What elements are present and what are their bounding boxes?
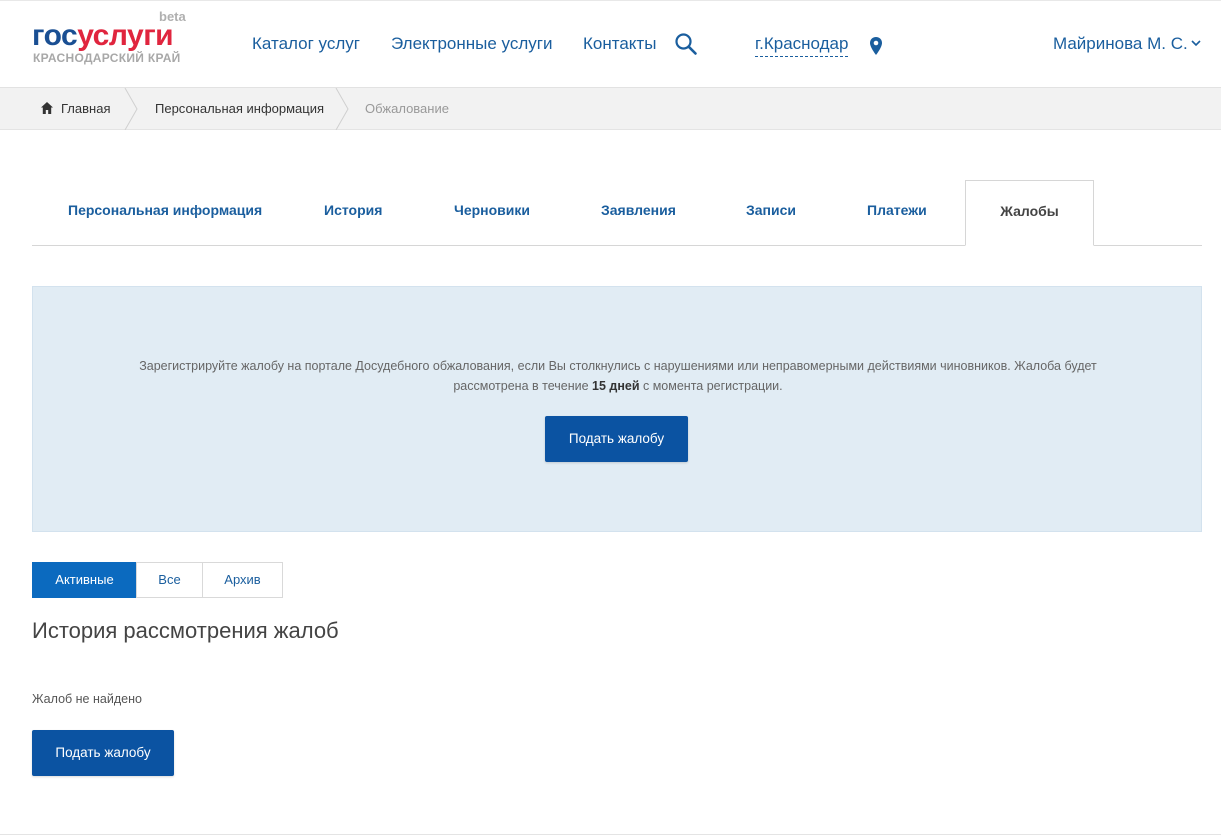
logo-uslugi: услуги [77, 19, 174, 52]
filter-archive[interactable]: Архив [202, 562, 283, 598]
complaint-info-panel: Зарегистрируйте жалобу на портале Досуде… [32, 286, 1202, 532]
empty-state-text: Жалоб не найдено [32, 692, 142, 706]
site-header: beta госуслуги КРАСНОДАРСКИЙ КРАЙ Катало… [0, 0, 1221, 88]
gosuslugi-logo[interactable]: beta госуслуги КРАСНОДАРСКИЙ КРАЙ [32, 9, 192, 69]
filter-all[interactable]: Все [136, 562, 203, 598]
map-pin-icon[interactable] [869, 37, 883, 55]
nav-catalog-link[interactable]: Каталог услуг [252, 34, 360, 54]
tab-complaints[interactable]: Жалобы [965, 180, 1094, 246]
page-divider [0, 834, 1221, 835]
breadcrumb-personal-info[interactable]: Персональная информация [155, 88, 324, 130]
info-text-end: с момента регистрации. [639, 379, 783, 393]
nav-e-services-link[interactable]: Электронные услуги [391, 34, 552, 54]
history-title: История рассмотрения жалоб [32, 618, 339, 643]
tab-applications[interactable]: Заявления [601, 180, 676, 246]
logo-region: КРАСНОДАРСКИЙ КРАЙ [33, 51, 181, 65]
breadcrumb-current: Обжалование [365, 101, 449, 116]
nav-contacts-link[interactable]: Контакты [583, 34, 656, 54]
home-icon[interactable] [40, 101, 54, 115]
info-text-days: 15 дней [592, 379, 640, 393]
logo-wordmark: госуслуги [32, 19, 174, 52]
complaint-info-text: Зарегистрируйте жалобу на портале Досуде… [123, 356, 1113, 396]
user-menu[interactable]: Майринова М. С. [1053, 34, 1188, 54]
submit-complaint-button-secondary[interactable]: Подать жалобу [32, 730, 174, 776]
account-tabs: Персональная информация История Черновик… [32, 180, 1202, 246]
tab-personal-info[interactable]: Персональная информация [68, 180, 262, 246]
breadcrumb-separator [124, 88, 138, 130]
logo-gos: гос [32, 19, 78, 52]
breadcrumb: Главная Персональная информация Обжалова… [0, 88, 1221, 130]
submit-complaint-button[interactable]: Подать жалобу [545, 416, 688, 462]
tab-history[interactable]: История [324, 180, 382, 246]
tab-payments[interactable]: Платежи [867, 180, 927, 246]
chevron-down-icon[interactable] [1190, 38, 1202, 48]
breadcrumb-separator [335, 88, 349, 130]
filter-active[interactable]: Активные [32, 562, 137, 598]
search-icon[interactable] [674, 32, 698, 56]
city-selector[interactable]: г.Краснодар [755, 34, 849, 57]
breadcrumb-home[interactable]: Главная [61, 88, 110, 130]
tab-appointments[interactable]: Записи [746, 180, 796, 246]
tab-drafts[interactable]: Черновики [454, 180, 530, 246]
